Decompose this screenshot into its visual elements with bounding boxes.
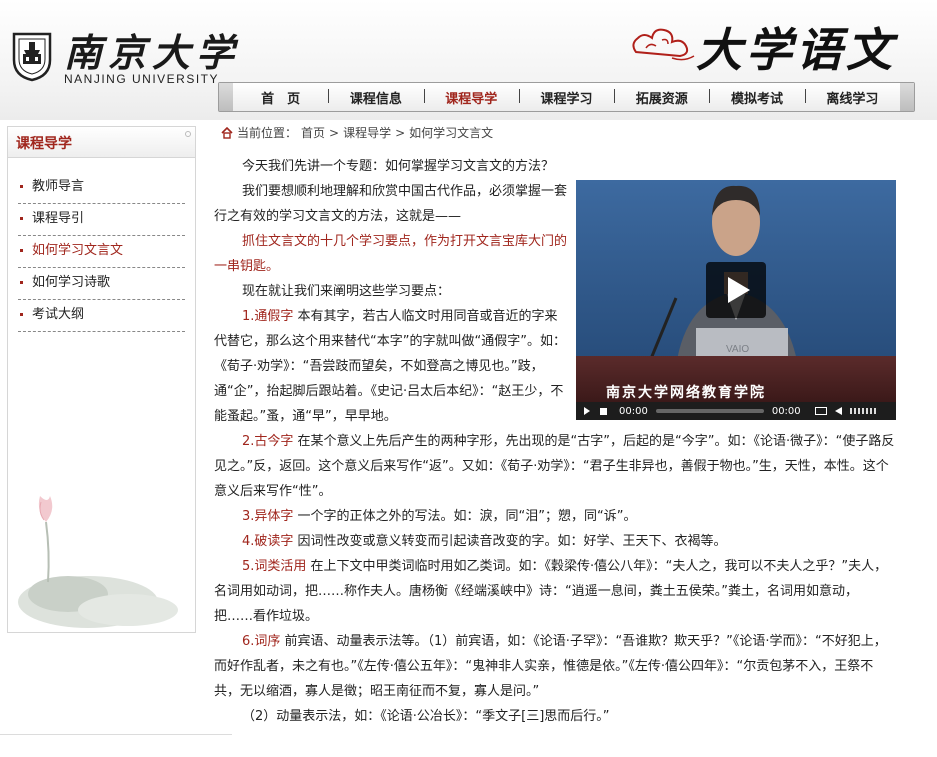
sidebar-item-classical-chinese[interactable]: 如何学习文言文 [18, 236, 185, 268]
paragraph-intro: 今天我们先讲一个专题：如何掌握学习文言文的方法？ [242, 159, 555, 174]
breadcrumb-separator: > [329, 125, 340, 140]
main-nav-list: 首 页 课程信息 课程导学 课程学习 拓展资源 模拟考试 离线学习 [233, 88, 900, 107]
paragraph-method: 我们要想顺利地理解和欣赏中国古代作品，必须掌握一套行之有效的学习文言文的方法，这… [214, 184, 568, 224]
nav-right-cap [900, 83, 914, 111]
sidebar-item-teacher-intro[interactable]: 教师导言 [18, 172, 185, 204]
breadcrumb-prefix: 当前位置： [237, 126, 298, 140]
nav-item-course-guide[interactable]: 课程导学 [423, 88, 519, 107]
point-heading: 2.古今字 [242, 434, 294, 449]
sidebar: 课程导学 教师导言 课程导引 如何学习文言文 如何学习诗歌 考试大纲 [7, 126, 196, 633]
point-body: 一个字的正体之外的写法。如：淚，同“泪”；愬，同“诉”。 [293, 509, 637, 524]
point-body: 前宾语、动量表示法等。（1）前宾语，如：《论语·子罕》：“吾谁欺？欺天乎？”《论… [214, 634, 887, 699]
paragraph-key-point: 抓住文言文的十几个学习要点，作为打开文言宝库大门的一串钥匙。 [214, 234, 568, 274]
paragraph-gujinzi: 2.古今字 在某个意义上先后产生的两种字形，先出现的是“古字”，后起的是“今字”… [214, 429, 895, 504]
bottom-divider [0, 734, 232, 735]
paragraph-tongjiazi: 1.通假字 本有其字，若古人临文时用同音或音近的字来代替它，那么这个用来替代“本… [214, 304, 570, 429]
nav-item-offline-study[interactable]: 离线学习 [804, 88, 900, 107]
sidebar-menu: 教师导言 课程导引 如何学习文言文 如何学习诗歌 考试大纲 [8, 158, 195, 332]
breadcrumb-item-course-guide[interactable]: 课程导学 [343, 124, 391, 141]
sidebar-item-poetry[interactable]: 如何学习诗歌 [18, 268, 185, 300]
paragraph-yitizi: 3.异体字 一个字的正体之外的写法。如：淚，同“泪”；愬，同“诉”。 [214, 504, 895, 529]
breadcrumb-separator: > [395, 125, 406, 140]
paragraph-lead: 现在就让我们来阐明这些学习要点： [242, 284, 451, 299]
breadcrumb-item-home[interactable]: 首页 [301, 124, 325, 141]
nav-item-extended-resources[interactable]: 拓展资源 [614, 88, 709, 107]
home-icon [221, 126, 233, 139]
nav-item-mock-exam[interactable]: 模拟考试 [709, 88, 804, 107]
breadcrumb: 当前位置： 首页 > 课程导学 > 如何学习文言文 [221, 124, 493, 141]
point-body: 本有其字，若古人临文时用同音或音近的字来代替它，那么这个用来替代“本字”的字就叫… [214, 309, 566, 424]
article-content: 今天我们先讲一个专题：如何掌握学习文言文的方法？ 我们要想顺利地理解和欣赏中国古… [214, 154, 895, 729]
point-heading: 6.词序 [242, 634, 281, 649]
point-heading: 4.破读字 [242, 534, 294, 549]
sidebar-title: 课程导学 [8, 127, 195, 158]
paragraph-cixu: 6.词序 前宾语、动量表示法等。（1）前宾语，如：《论语·子罕》：“吾谁欺？欺天… [214, 629, 895, 704]
logo-chinese-name: 南京大学 [64, 30, 241, 75]
site-header: 南京大学 NANJING UNIVERSITY 大学语文 首 页 课程信息 课程… [0, 0, 937, 120]
point-heading: 5.词类活用 [242, 559, 307, 574]
university-emblem-icon [12, 32, 52, 82]
nav-item-home[interactable]: 首 页 [233, 88, 328, 107]
paragraph-dongliang: （2）动量表示法，如：《论语·公冶长》：“季文子[三]思而后行。” [242, 709, 610, 724]
point-body: 在上下文中甲类词临时用如乙类词。如：《穀梁传·僖公八年》：“夫人之，我可以不夫人… [214, 559, 888, 624]
logo-english-name: NANJING UNIVERSITY [64, 72, 220, 86]
nav-left-cap [219, 83, 233, 111]
auspicious-cloud-icon [632, 28, 695, 61]
nav-item-course-info[interactable]: 课程信息 [328, 88, 423, 107]
sidebar-item-course-guide[interactable]: 课程导引 [18, 204, 185, 236]
breadcrumb-item-current: 如何学习文言文 [409, 126, 494, 140]
sidebar-item-exam-outline[interactable]: 考试大纲 [18, 300, 185, 332]
paragraph-poduzi: 4.破读字 因词性改变或意义转变而引起读音改变的字。如：好学、王天下、衣褐等。 [214, 529, 895, 554]
main-nav: 首 页 课程信息 课程导学 课程学习 拓展资源 模拟考试 离线学习 [218, 82, 915, 112]
point-body: 在某个意义上先后产生的两种字形，先出现的是“古字”，后起的是“今字”。如：《论语… [214, 434, 895, 499]
lotus-decoration-image [18, 496, 178, 628]
point-body: 因词性改变或意义转变而引起读音改变的字。如：好学、王天下、衣褐等。 [293, 534, 727, 549]
nav-item-course-study[interactable]: 课程学习 [518, 88, 614, 107]
course-brand-title: 大学语文 [696, 23, 896, 77]
point-heading: 3.异体字 [242, 509, 294, 524]
point-heading: 1.通假字 [242, 309, 294, 324]
paragraph-cilei-huoyong: 5.词类活用 在上下文中甲类词临时用如乙类词。如：《穀梁传·僖公八年》：“夫人之… [214, 554, 895, 629]
